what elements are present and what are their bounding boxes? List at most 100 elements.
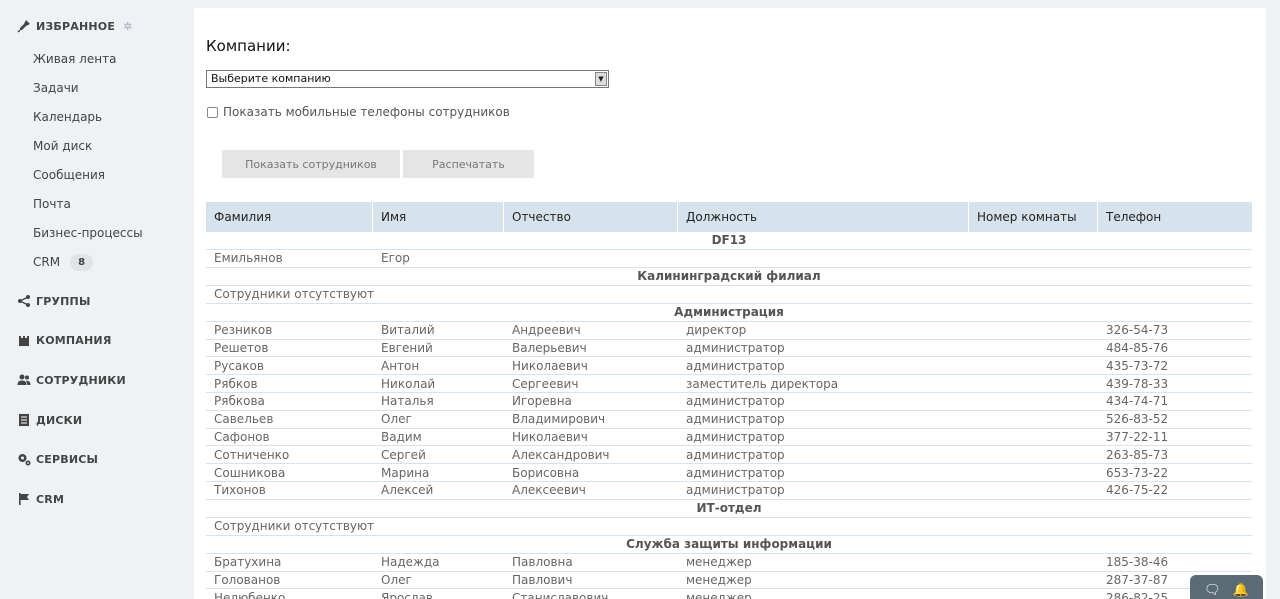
table-row[interactable]: Сафонов Вадим Николаевич администратор 377-2… xyxy=(206,429,1252,447)
sidebar-item-mail[interactable]: Почта xyxy=(33,196,71,212)
document-icon xyxy=(17,413,31,427)
table-row[interactable]: Сошникова Марина Борисовна администратор 653… xyxy=(206,464,1252,482)
cell-patronymic: Владимирович xyxy=(512,412,606,427)
cell-phone: 185-38-46 xyxy=(1106,555,1169,570)
cell-first-name: Сергей xyxy=(381,447,426,462)
cell-patronymic: Алексеевич xyxy=(512,483,586,498)
sidebar-employees-header[interactable]: СОТРУДНИКИ xyxy=(17,372,126,388)
print-button[interactable]: Распечатать xyxy=(403,150,534,178)
gear-icon[interactable]: ✲ xyxy=(123,20,132,33)
table-row[interactable]: Рябков Николай Сергеевич заместитель директ… xyxy=(206,375,1252,393)
page-title: Компании: xyxy=(206,37,291,55)
header-last-name[interactable]: Фамилия xyxy=(206,202,373,232)
cell-position: директор xyxy=(686,323,747,338)
empty-group-text: Сотрудники отсутствуют xyxy=(206,286,1252,304)
sidebar-item-tasks[interactable]: Задачи xyxy=(33,80,79,96)
table-row[interactable]: Тихонов Алексей Алексеевич администратор 426… xyxy=(206,482,1252,500)
table-row[interactable]: Емильянов Егор xyxy=(206,250,1252,268)
group-header: ИТ-отдел xyxy=(206,500,1252,518)
sidebar-disks-header[interactable]: ДИСКИ xyxy=(17,412,82,428)
table-row[interactable]: Сотниченко Сергей Александрович администрат… xyxy=(206,446,1252,465)
pin-icon xyxy=(17,19,31,33)
sidebar-company-header[interactable]: КОМПАНИЯ xyxy=(17,332,112,348)
chevron-down-icon[interactable]: ▼ xyxy=(595,72,607,86)
cell-first-name: Олег xyxy=(381,412,412,427)
cell-last-name: Рябков xyxy=(214,376,258,391)
cell-first-name: Виталий xyxy=(381,323,435,338)
mobile-phones-checkbox-row[interactable]: Показать мобильные телефоны сотрудников xyxy=(207,105,510,119)
cell-position: администратор xyxy=(686,358,785,373)
sidebar-crm-header[interactable]: CRM xyxy=(17,491,64,507)
cell-first-name: Вадим xyxy=(381,429,422,444)
cell-phone: 326-54-73 xyxy=(1106,323,1169,338)
cell-phone: 434-74-71 xyxy=(1106,394,1169,409)
cell-first-name: Марина xyxy=(381,465,430,480)
sidebar-company-label: КОМПАНИЯ xyxy=(36,333,112,347)
cell-first-name: Николай xyxy=(381,376,436,391)
header-position[interactable]: Должность xyxy=(678,202,969,232)
group-header: Администрация xyxy=(206,304,1252,322)
sidebar-item-live-feed[interactable]: Живая лента xyxy=(33,51,116,67)
show-employees-button[interactable]: Показать сотрудников xyxy=(222,150,400,178)
cell-position: администратор xyxy=(686,429,785,444)
cell-position: менеджер xyxy=(686,572,752,587)
table-row[interactable]: Братухина Надежда Павловна менеджер 185-38-4… xyxy=(206,554,1252,572)
cell-position: администратор xyxy=(686,465,785,480)
sidebar-item-crm[interactable]: CRM 8 xyxy=(33,253,94,271)
cell-position: администратор xyxy=(686,412,785,427)
mobile-phones-checkbox-label[interactable]: Показать мобильные телефоны сотрудников xyxy=(223,105,510,119)
chat-icon[interactable]: 🗨 xyxy=(1204,583,1221,598)
share-icon xyxy=(17,294,31,308)
cell-last-name: Рябкова xyxy=(214,394,265,409)
header-phone[interactable]: Телефон xyxy=(1098,202,1252,232)
sidebar-services-header[interactable]: СЕРВИСЫ xyxy=(17,451,98,467)
table-row[interactable]: Решетов Евгений Валерьевич администратор 484… xyxy=(206,340,1252,358)
table-row[interactable]: Русаков Антон Николаевич администратор 435-7… xyxy=(206,357,1252,376)
company-select[interactable]: Выберите компанию ▼ xyxy=(206,70,609,88)
table-row[interactable]: Голованов Олег Павлович менеджер 287-37-87 xyxy=(206,572,1252,590)
cell-last-name: Сафонов xyxy=(214,429,270,444)
table-row[interactable]: Савельев Олег Владимирович администратор 526… xyxy=(206,411,1252,429)
crm-count-badge: 8 xyxy=(70,253,94,271)
table-row[interactable]: Рябкова Наталья Игоревна администратор 434-7… xyxy=(206,393,1252,411)
cell-last-name: Решетов xyxy=(214,340,269,355)
sidebar-item-calendar[interactable]: Календарь xyxy=(33,109,102,125)
cell-position: администратор xyxy=(686,394,785,409)
cell-phone: 653-73-22 xyxy=(1106,465,1169,480)
sidebar-item-my-disk[interactable]: Мой диск xyxy=(33,138,92,154)
bell-icon[interactable]: 🔔 xyxy=(1233,583,1249,598)
cell-patronymic: Павловна xyxy=(512,555,573,570)
cell-phone: 435-73-72 xyxy=(1106,358,1169,373)
sidebar-item-crm-label: CRM xyxy=(33,255,61,269)
header-patronymic[interactable]: Отчество xyxy=(504,202,678,232)
cell-phone: 377-22-11 xyxy=(1106,429,1169,444)
cell-patronymic: Валерьевич xyxy=(512,340,587,355)
cell-first-name: Евгений xyxy=(381,340,433,355)
group-header: Служба защиты информации xyxy=(206,536,1252,554)
users-icon xyxy=(17,373,31,387)
sidebar-groups-label: ГРУППЫ xyxy=(36,294,91,308)
sidebar-item-business-processes[interactable]: Бизнес-процессы xyxy=(33,225,143,241)
cell-first-name: Ярослав xyxy=(381,590,433,599)
cell-phone: 439-78-33 xyxy=(1106,376,1169,391)
cell-phone: 263-85-73 xyxy=(1106,447,1169,462)
sidebar-crm-label: CRM xyxy=(36,492,65,506)
mobile-phones-checkbox[interactable] xyxy=(207,106,218,118)
left-sidebar: ИЗБРАННОЕ ✲ Живая лента Задачи Календарь… xyxy=(0,0,185,599)
table-row[interactable]: Нелюбенко Ярослав Станиславович менеджер 286… xyxy=(206,589,1252,599)
cell-patronymic: Николаевич xyxy=(512,429,588,444)
cell-first-name: Антон xyxy=(381,358,420,373)
header-first-name[interactable]: Имя xyxy=(373,202,504,232)
header-room[interactable]: Номер комнаты xyxy=(969,202,1098,232)
sidebar-favorites-header[interactable]: ИЗБРАННОЕ ✲ xyxy=(17,18,132,34)
cell-phone: 426-75-22 xyxy=(1106,483,1169,498)
cell-last-name: Сотниченко xyxy=(214,447,290,462)
cell-last-name: Сошникова xyxy=(214,465,286,480)
sidebar-groups-header[interactable]: ГРУППЫ xyxy=(17,293,91,309)
cell-last-name: Емильянов xyxy=(214,251,283,266)
sidebar-item-messages[interactable]: Сообщения xyxy=(33,167,105,183)
table-row[interactable]: Резников Виталий Андреевич директор 326-54-7… xyxy=(206,322,1252,340)
cell-last-name: Братухина xyxy=(214,555,282,570)
cell-patronymic: Станиславович xyxy=(512,590,609,599)
main-panel: Компании: Выберите компанию ▼ Показать м… xyxy=(194,8,1266,599)
